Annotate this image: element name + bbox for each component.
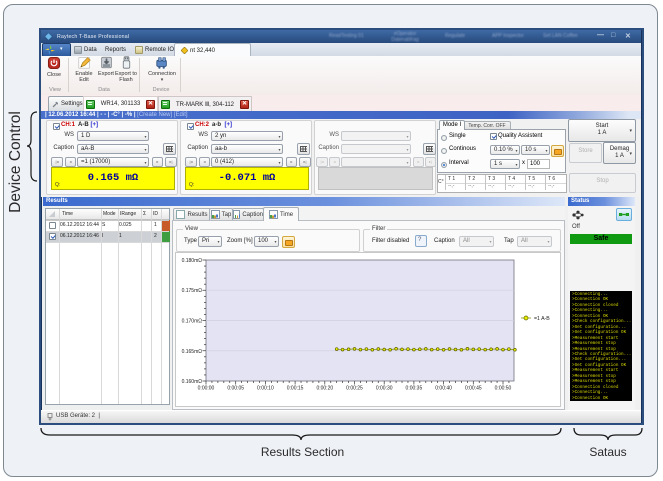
svg-text:=1 A-B: =1 A-B	[534, 316, 550, 322]
svg-text:0.165mΩ: 0.165mΩ	[182, 349, 203, 355]
svg-text:0:00:10: 0:00:10	[257, 386, 274, 392]
svg-text:0:00:00: 0:00:00	[198, 386, 215, 392]
svg-text:0:00:25: 0:00:25	[346, 386, 363, 392]
svg-text:0.170mΩ: 0.170mΩ	[182, 319, 203, 325]
svg-text:0:00:20: 0:00:20	[316, 386, 333, 392]
svg-text:0.180mΩ: 0.180mΩ	[182, 258, 203, 264]
svg-text:0:00:35: 0:00:35	[406, 386, 423, 392]
svg-text:0:00:45: 0:00:45	[465, 386, 482, 392]
svg-text:0.175mΩ: 0.175mΩ	[182, 288, 203, 294]
svg-text:0:00:40: 0:00:40	[435, 386, 452, 392]
svg-text:0.160mΩ: 0.160mΩ	[182, 379, 203, 385]
svg-text:0:00:50: 0:00:50	[495, 386, 512, 392]
svg-text:0:00:15: 0:00:15	[287, 386, 304, 392]
svg-text:0:00:30: 0:00:30	[376, 386, 393, 392]
svg-text:0:00:05: 0:00:05	[227, 386, 244, 392]
